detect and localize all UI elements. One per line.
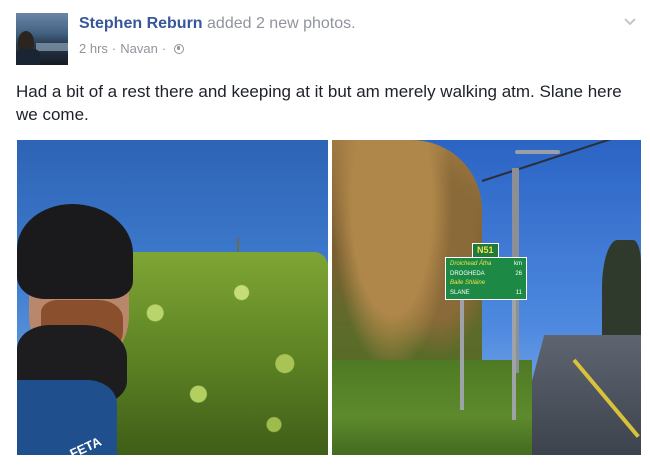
direction-sign: Droichead Átha km DROGHEDA 26 Baile Shlá…: [445, 257, 527, 300]
globe-icon[interactable]: [174, 43, 185, 54]
sign-row: Droichead Átha km: [450, 260, 522, 270]
sign-distance: 26: [515, 270, 522, 277]
avatar-body: [16, 49, 40, 65]
sign-place: SLANE: [450, 289, 470, 296]
route-number-tag: N51: [472, 243, 499, 258]
avatar[interactable]: [16, 13, 68, 65]
location-link[interactable]: Navan: [120, 41, 158, 56]
sign-row: Baile Shláine: [450, 279, 522, 289]
sign-distance: 11: [515, 289, 522, 296]
post-header: Stephen Reburn added 2 new photos.: [79, 15, 356, 33]
grass-verge: [332, 360, 532, 455]
street-lamp-arm: [515, 150, 560, 154]
post-text: Had a bit of a rest there and keeping at…: [16, 82, 622, 124]
sign-unit: km: [514, 261, 522, 267]
photo-road-sign[interactable]: N51 Droichead Átha km DROGHEDA 26 Baile …: [332, 140, 641, 455]
post-meta: 2 hrs · Navan ·: [79, 41, 185, 56]
author-name-link[interactable]: Stephen Reburn: [79, 15, 203, 32]
sign-row: DROGHEDA 26: [450, 270, 522, 280]
sign-row: SLANE 11: [450, 289, 522, 299]
feed-post: Stephen Reburn added 2 new photos. 2 hrs…: [0, 0, 650, 469]
sign-place: DROGHEDA: [450, 270, 485, 277]
meta-separator: ·: [111, 41, 117, 56]
sign-irish-name: Droichead Átha: [450, 261, 492, 267]
photo-selfie[interactable]: FETA: [17, 140, 328, 455]
sign-irish-name: Baile Shláine: [450, 280, 486, 286]
meta-separator: ·: [161, 41, 167, 56]
sign-post: [460, 300, 464, 410]
hedge: [112, 252, 328, 455]
person-beanie: [17, 204, 133, 299]
post-action-text: added 2 new photos.: [207, 15, 356, 32]
power-line: [481, 140, 641, 182]
sign-post: [512, 300, 516, 420]
avatar-background: [36, 43, 68, 51]
chevron-down-icon[interactable]: [623, 14, 637, 28]
timestamp-link[interactable]: 2 hrs: [79, 41, 108, 56]
